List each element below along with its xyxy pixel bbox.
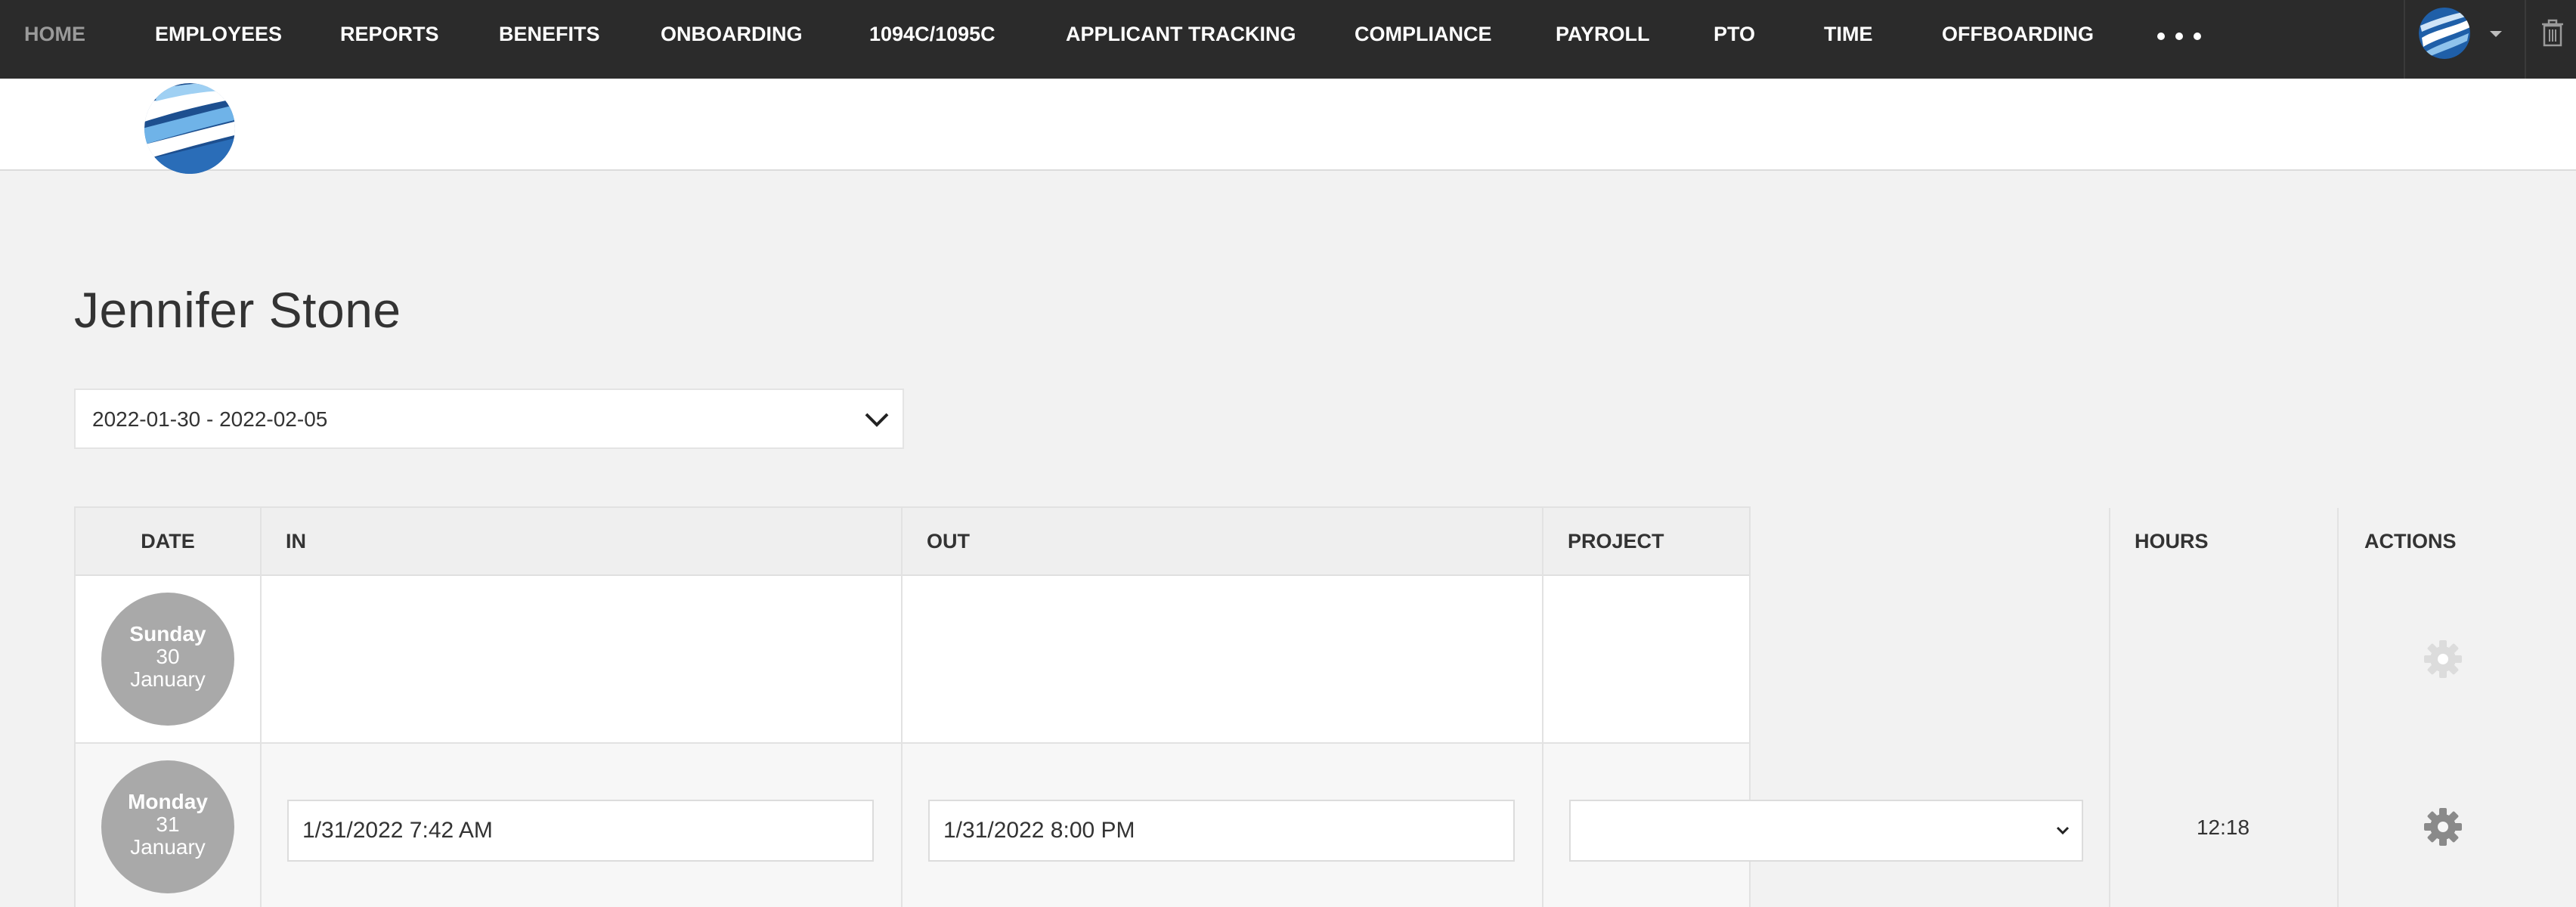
column-divider <box>1542 508 1543 907</box>
date-day: 30 <box>156 645 180 668</box>
pay-period-value: 2022-01-30 - 2022-02-05 <box>92 407 328 431</box>
nav-divider <box>2525 0 2526 79</box>
column-divider <box>2109 508 2110 907</box>
nav-reports[interactable]: REPORTS <box>340 0 439 68</box>
user-avatar[interactable] <box>2419 8 2470 59</box>
gear-icon <box>2424 640 2462 678</box>
nav-applicant-tracking[interactable]: APPLICANT TRACKING <box>1066 0 1296 68</box>
nav-offboarding[interactable]: OFFBOARDING <box>1942 0 2094 68</box>
date-weekday: Sunday <box>129 622 206 645</box>
date-weekday: Monday <box>128 790 208 813</box>
hours-value: 12:18 <box>2196 816 2250 839</box>
project-select[interactable] <box>1569 800 2083 862</box>
header-project: PROJECT <box>1568 530 1664 553</box>
header-hours: HOURS <box>2135 530 2209 553</box>
date-month: January <box>130 667 206 691</box>
date-day: 31 <box>156 813 180 836</box>
nav-employees[interactable]: EMPLOYEES <box>155 0 282 68</box>
nav-pto[interactable]: PTO <box>1714 0 1755 68</box>
nav-time[interactable]: TIME <box>1824 0 1873 68</box>
nav-1094c-1095c[interactable]: 1094C/1095C <box>869 0 995 68</box>
column-divider <box>260 508 262 907</box>
nav-divider <box>2404 0 2405 79</box>
table-header: DATE IN OUT PROJECT HOURS ACTIONS <box>76 508 2457 576</box>
timesheet-table: DATE IN OUT PROJECT HOURS ACTIONS Sunday… <box>74 506 2462 907</box>
nav-benefits[interactable]: BENEFITS <box>499 0 600 68</box>
date-month: January <box>130 835 206 859</box>
nav-payroll[interactable]: PAYROLL <box>1556 0 1650 68</box>
column-divider <box>901 508 903 907</box>
gear-icon[interactable] <box>2422 806 2464 848</box>
time-out-input[interactable]: 1/31/2022 8:00 PM <box>928 800 1515 862</box>
logo-banner <box>0 79 2576 174</box>
chevron-down-icon[interactable] <box>2487 26 2505 41</box>
ellipsis-icon[interactable] <box>2153 0 2213 68</box>
time-in-input[interactable]: 1/31/2022 7:42 AM <box>287 800 874 862</box>
nav-compliance[interactable]: COMPLIANCE <box>1355 0 1492 68</box>
table-row: Monday 31 January 1/31/2022 7:42 AM 1/31… <box>76 744 2462 907</box>
trash-icon[interactable] <box>2541 18 2564 48</box>
chevron-down-icon <box>2056 826 2070 835</box>
top-navigation-bar: HOME EMPLOYEES REPORTS BENEFITS ONBOARDI… <box>0 0 2576 79</box>
date-badge: Sunday 30 January <box>101 593 234 726</box>
company-logo <box>144 83 235 174</box>
nav-home[interactable]: HOME <box>24 0 85 68</box>
nav-onboarding[interactable]: ONBOARDING <box>661 0 803 68</box>
column-divider <box>2337 508 2339 907</box>
header-actions: ACTIONS <box>2364 530 2457 553</box>
hours-value <box>2109 576 2337 744</box>
header-date: DATE <box>141 530 195 553</box>
table-row: Sunday 30 January <box>76 576 2462 744</box>
date-badge: Monday 31 January <box>101 760 234 893</box>
page-title: Jennifer Stone <box>74 282 401 338</box>
chevron-down-icon <box>865 413 889 427</box>
header-in: IN <box>286 530 306 553</box>
globe-avatar-icon <box>2419 8 2470 59</box>
header-out: OUT <box>927 530 970 553</box>
pay-period-select[interactable]: 2022-01-30 - 2022-02-05 <box>74 388 904 449</box>
